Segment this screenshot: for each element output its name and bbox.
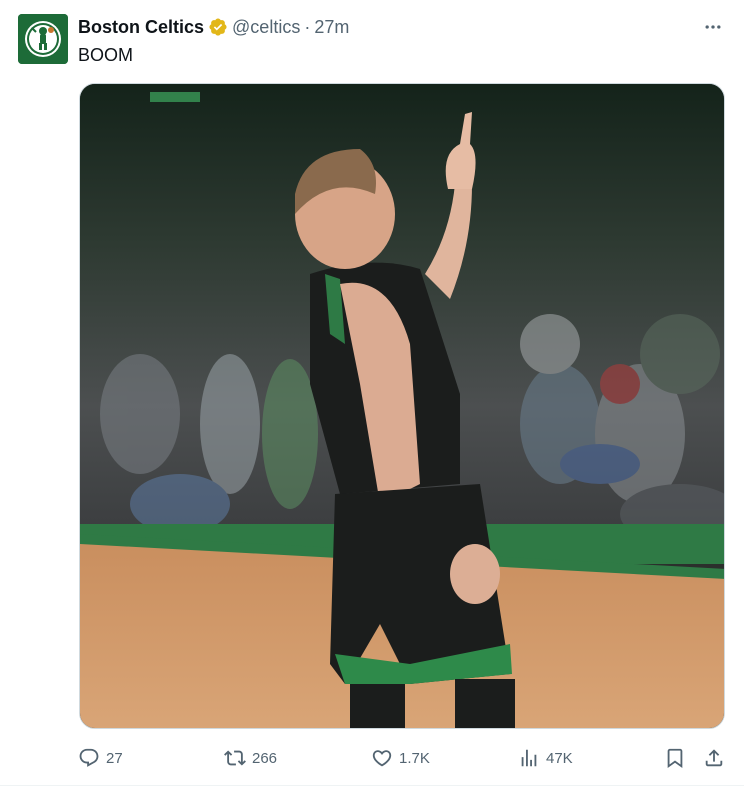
separator-dot: ·: [304, 17, 311, 37]
timestamp[interactable]: 27m: [314, 15, 349, 39]
celtics-logo-icon: [18, 14, 68, 64]
tweet: Boston Celtics @celtics · 27m BOOM 27 26…: [0, 0, 744, 786]
views-count: 47K: [546, 749, 573, 767]
like-count: 1.7K: [399, 749, 430, 767]
repost-button[interactable]: 266: [224, 744, 277, 772]
repost-icon: [224, 750, 246, 766]
share-icon: [705, 749, 723, 767]
author-handle[interactable]: @celtics: [232, 15, 300, 39]
like-button[interactable]: 1.7K: [371, 744, 430, 772]
more-dots-icon: [705, 25, 721, 29]
verified-badge-icon: [208, 17, 228, 37]
reply-button[interactable]: 27: [78, 744, 123, 772]
author-display-name[interactable]: Boston Celtics: [78, 15, 204, 39]
tweet-text: BOOM: [78, 45, 134, 65]
bookmark-icon: [667, 748, 683, 769]
reply-icon: [79, 748, 99, 767]
tweet-actions: 27 266 1.7K 47K: [78, 744, 728, 772]
views-icon: [521, 749, 537, 767]
more-options-button[interactable]: [702, 16, 724, 38]
reply-count: 27: [106, 749, 123, 767]
avatar[interactable]: [18, 14, 68, 64]
share-button[interactable]: [703, 744, 725, 772]
views-button[interactable]: 47K: [518, 744, 573, 772]
heart-icon: [372, 750, 392, 767]
repost-count: 266: [252, 749, 278, 767]
tweet-media[interactable]: [79, 83, 725, 729]
bookmark-button[interactable]: [664, 744, 686, 772]
tweet-header: Boston Celtics @celtics · 27m: [78, 15, 349, 39]
photo-basketball-player-celebrating: [80, 84, 724, 728]
